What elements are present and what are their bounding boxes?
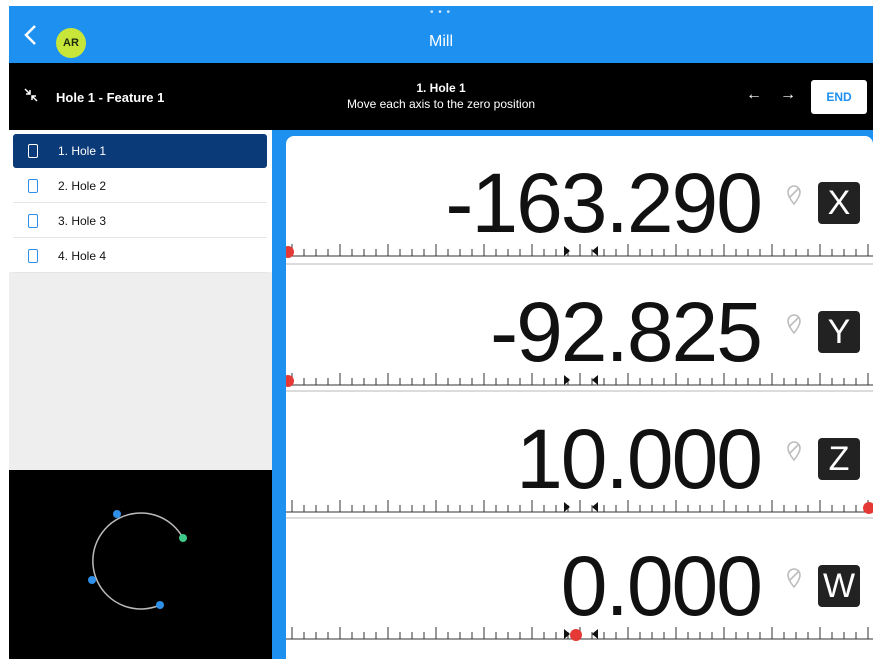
app-window: • • • AR Mill Hole 1 - Feature 1 1. Hole…: [9, 6, 873, 659]
step-instruction: Move each axis to the zero position: [346, 97, 536, 111]
document-icon: [28, 249, 38, 263]
zero-marker-left: [564, 629, 570, 639]
current-position-marker: [179, 534, 187, 542]
list-item-label: 3. Hole 3: [58, 214, 107, 228]
axis-button-w[interactable]: W: [818, 565, 860, 607]
axis-value-x[interactable]: -163.290: [445, 158, 763, 248]
step-list: 1. Hole 1 2. Hole 2 3. Hole 3 4. Hole 4: [9, 130, 272, 273]
hole-marker: [88, 576, 96, 584]
position-scale: [286, 500, 873, 514]
axis-value-w[interactable]: 0.000: [561, 541, 763, 631]
end-button[interactable]: END: [811, 80, 867, 114]
step-title: 1. Hole 1: [416, 81, 466, 95]
position-scale: [286, 627, 873, 641]
location-pin-icon[interactable]: [784, 184, 804, 206]
zero-marker-left: [564, 502, 570, 512]
position-indicator: [570, 629, 582, 641]
hole-marker: [113, 510, 121, 518]
hole-pattern-preview: [9, 470, 272, 659]
step-list-panel: 1. Hole 1 2. Hole 2 3. Hole 3 4. Hole 4: [9, 130, 272, 470]
position-scale: [286, 373, 873, 387]
program-header: Hole 1 - Feature 1 1. Hole 1 Move each a…: [9, 63, 873, 130]
drag-handle[interactable]: • • •: [430, 8, 451, 18]
location-pin-icon[interactable]: [784, 313, 804, 335]
list-item-label: 4. Hole 4: [58, 249, 107, 263]
zero-marker-right: [592, 629, 598, 639]
axis-row-w: 0.000 W: [286, 517, 873, 644]
document-icon: [28, 214, 38, 228]
zero-marker-right: [592, 502, 598, 512]
axis-value-z[interactable]: 10.000: [516, 414, 763, 504]
axis-display: -163.290 X -92.825 Y 10.000 Z 0.000 W: [286, 136, 873, 659]
zero-marker-left: [564, 246, 570, 256]
zero-marker-right: [592, 375, 598, 385]
list-item-label: 2. Hole 2: [58, 179, 107, 193]
zero-marker-right: [592, 246, 598, 256]
list-item-step-4[interactable]: 4. Hole 4: [13, 239, 267, 273]
bolt-circle-arc: [92, 512, 184, 610]
hole-marker: [156, 601, 164, 609]
location-pin-icon[interactable]: [784, 440, 804, 462]
position-scale: [286, 244, 873, 258]
axis-row-x: -163.290 X: [286, 136, 873, 261]
title-bar: • • • AR Mill: [9, 6, 873, 63]
list-item-label: 1. Hole 1: [58, 144, 107, 158]
list-item-step-3[interactable]: 3. Hole 3: [13, 204, 267, 238]
axis-row-y: -92.825 Y: [286, 263, 873, 390]
document-icon: [28, 144, 38, 158]
zero-marker-left: [564, 375, 570, 385]
axis-button-y[interactable]: Y: [818, 311, 860, 353]
axis-button-x[interactable]: X: [818, 182, 860, 224]
arrow-left-icon[interactable]: ←: [746, 87, 762, 103]
app-title: Mill: [429, 33, 453, 50]
list-item-step-2[interactable]: 2. Hole 2: [13, 169, 267, 203]
axis-row-z: 10.000 Z: [286, 390, 873, 517]
document-icon: [28, 179, 38, 193]
axis-button-z[interactable]: Z: [818, 438, 860, 480]
arrow-right-icon[interactable]: →: [780, 87, 796, 103]
axis-value-y[interactable]: -92.825: [490, 287, 763, 377]
list-item-step-1[interactable]: 1. Hole 1: [13, 134, 267, 168]
location-pin-icon[interactable]: [784, 567, 804, 589]
